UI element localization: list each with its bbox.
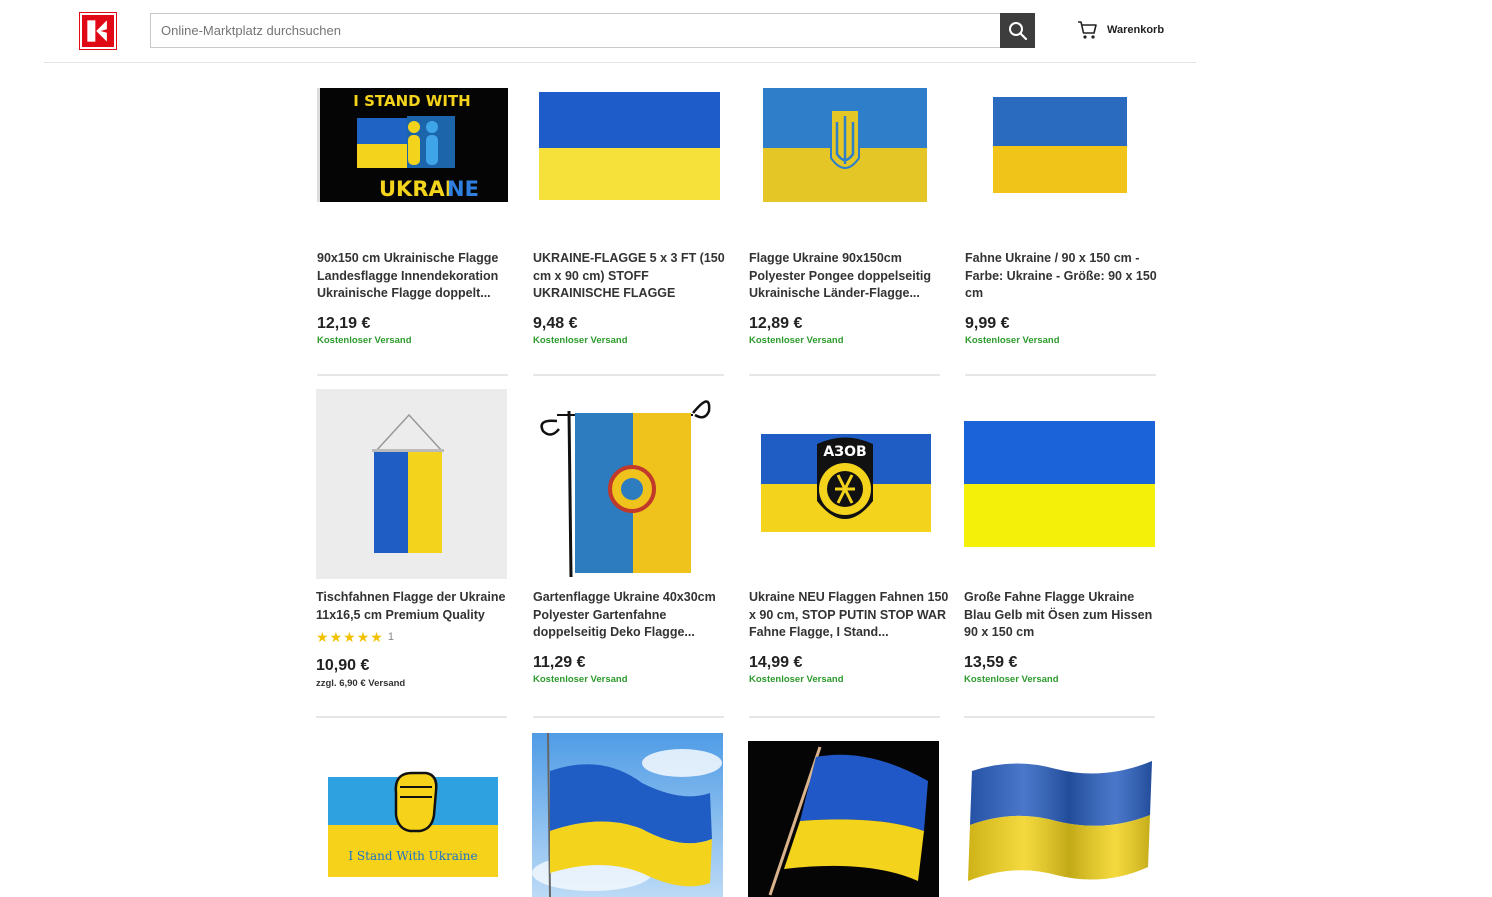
product-image[interactable]: I STAND WITH UKRAI NE — [317, 88, 508, 202]
card-divider — [317, 374, 508, 376]
cart-label: Warenkorb — [1107, 24, 1165, 36]
shipping-info: Kostenloser Versand — [964, 674, 1059, 685]
product-rating: ★ ★ ★ ★ ★ 1 — [316, 630, 394, 644]
product-title[interactable]: UKRAINE-FLAGGE 5 x 3 FT (150 cm x 90 cm)… — [533, 250, 733, 303]
product-image[interactable] — [533, 88, 724, 202]
header-divider — [44, 62, 1196, 63]
card-divider — [533, 716, 724, 718]
search-bar — [150, 13, 1035, 48]
shipping-info: Kostenloser Versand — [749, 335, 844, 346]
product-title[interactable]: Große Fahne Flagge Ukraine Blau Gelb mit… — [964, 589, 1164, 642]
image-text-bottom: UKRAI — [379, 177, 453, 201]
product-title[interactable]: Tischfahnen Flagge der Ukraine 11x16,5 c… — [316, 589, 516, 624]
image-text: I Stand With Ukraine — [348, 849, 477, 863]
search-input[interactable] — [151, 14, 1001, 47]
product-title[interactable]: 90x150 cm Ukrainische Flagge Landesflagg… — [317, 250, 517, 303]
product-image[interactable] — [749, 88, 940, 202]
star-icon: ★ — [329, 629, 343, 645]
search-button[interactable] — [1000, 13, 1035, 48]
kaufland-logo[interactable] — [79, 12, 117, 50]
image-text-top: I STAND WITH — [353, 92, 470, 110]
product-price: 9,48 € — [533, 315, 578, 332]
product-image[interactable]: АЗОВ — [749, 389, 940, 579]
product-title[interactable]: Ukraine NEU Flaggen Fahnen 150 x 90 cm, … — [749, 589, 949, 642]
shipping-info: Kostenloser Versand — [533, 335, 628, 346]
cart-icon — [1078, 21, 1097, 39]
search-icon — [1008, 21, 1027, 40]
product-image[interactable] — [964, 389, 1155, 579]
cart-link[interactable]: Warenkorb — [1077, 19, 1164, 41]
card-divider — [965, 374, 1156, 376]
shipping-info: Kostenloser Versand — [965, 335, 1060, 346]
star-icon: ★ — [370, 629, 383, 645]
image-text-bottom-accent: NE — [447, 177, 479, 201]
product-image[interactable] — [748, 741, 939, 897]
card-divider — [749, 374, 940, 376]
shipping-info: Kostenloser Versand — [749, 674, 844, 685]
card-divider — [316, 716, 507, 718]
star-icon: ★ — [356, 629, 370, 645]
product-title[interactable]: Gartenflagge Ukraine 40x30cm Polyester G… — [533, 589, 733, 642]
product-price: 10,90 € — [316, 657, 370, 674]
rating-count: 1 — [387, 631, 394, 643]
product-image[interactable] — [964, 733, 1155, 897]
product-image[interactable]: I Stand With Ukraine — [316, 733, 507, 897]
card-divider — [964, 716, 1155, 718]
product-image[interactable] — [316, 389, 507, 579]
product-title[interactable]: Fahne Ukraine / 90 x 150 cm - Farbe: Ukr… — [965, 250, 1165, 303]
product-price: 12,89 € — [749, 315, 803, 332]
shipping-info: zzgl. 6,90 € Versand — [316, 678, 406, 689]
image-text: АЗОВ — [823, 444, 866, 460]
card-divider — [749, 716, 940, 718]
product-price: 13,59 € — [964, 654, 1018, 671]
star-icon: ★ — [343, 629, 356, 645]
product-price: 9,99 € — [965, 315, 1010, 332]
product-image[interactable] — [532, 733, 723, 897]
product-image[interactable] — [965, 88, 1156, 202]
product-price: 14,99 € — [749, 654, 803, 671]
shipping-info: Kostenloser Versand — [533, 674, 628, 685]
card-divider — [533, 374, 724, 376]
product-image[interactable] — [533, 389, 724, 579]
product-title[interactable]: Flagge Ukraine 90x150cm Polyester Pongee… — [749, 250, 949, 303]
logo-k-icon — [82, 15, 114, 47]
product-price: 11,29 € — [533, 654, 586, 671]
shipping-info: Kostenloser Versand — [317, 335, 412, 346]
star-icon: ★ — [316, 629, 329, 645]
product-price: 12,19 € — [317, 315, 371, 332]
top-header: Warenkorb — [0, 0, 1492, 63]
